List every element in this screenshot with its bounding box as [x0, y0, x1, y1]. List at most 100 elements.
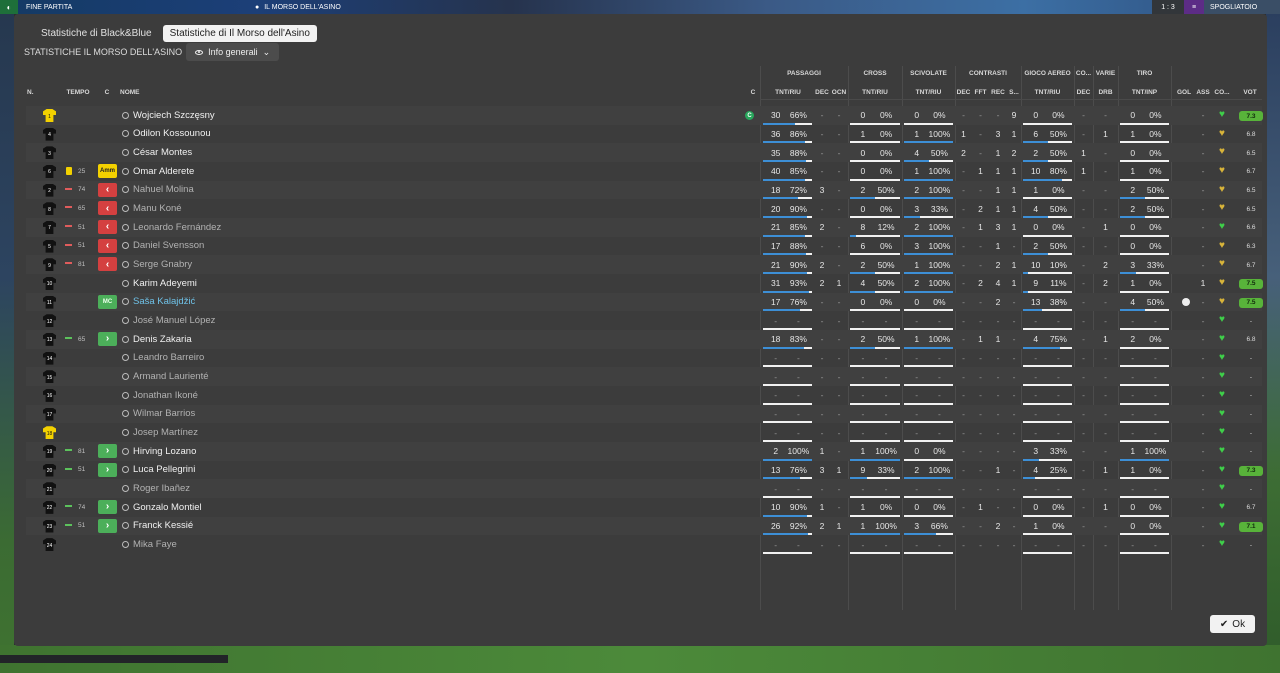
- header-aer-tntriu[interactable]: TNT/RIU: [1021, 89, 1074, 96]
- background-bar: [0, 655, 228, 663]
- table-row[interactable]: 10 Karim Adeyemi 31 93% 2 1 4 50% 2 100% -2 4 1 9 11% -…: [26, 274, 1263, 293]
- recoveries: 1: [995, 184, 1001, 195]
- heart-green-icon: ♥: [1219, 444, 1225, 456]
- table-row[interactable]: 5 51 ‹ Daniel Svensson 17 88% - -6 0% 3 100% - -1-2 5…: [26, 237, 1262, 256]
- header-ocn[interactable]: OCN: [830, 89, 848, 96]
- player-name[interactable]: Luca Pellegrini: [122, 461, 195, 480]
- recoveries: -: [996, 427, 1000, 438]
- co-value: -: [1082, 296, 1085, 307]
- view-dropdown[interactable]: Info generali ⌄: [186, 43, 280, 61]
- player-name-text: Gonzalo Montiel: [133, 501, 202, 513]
- sub-in-icon: [65, 467, 72, 472]
- table-row[interactable]: 14 Leandro Barreiro - - - - - - - - - - - - - - - - - - - ♥ -: [26, 349, 1262, 368]
- player-name[interactable]: Karim Adeyemi: [122, 274, 197, 293]
- chances: -: [837, 315, 841, 326]
- header-fft[interactable]: FFT: [972, 89, 989, 96]
- header-capt[interactable]: C: [748, 89, 758, 96]
- shirt-icon: 20: [43, 463, 56, 477]
- header-tempo[interactable]: TEMPO: [64, 89, 92, 96]
- sub-in-icon: [65, 504, 72, 509]
- rating-badge: -: [1249, 373, 1253, 381]
- player-name[interactable]: Leandro Barreiro: [122, 349, 204, 368]
- table-row[interactable]: 4 Odilon Kossounou 36 86% - -1 0% 1 100% 1-3 1 6 50%…: [26, 125, 1262, 144]
- shirt-number: 10: [43, 276, 56, 290]
- player-name[interactable]: Nahuel Molina: [122, 181, 194, 200]
- header-rec[interactable]: REC: [989, 89, 1007, 96]
- table-row[interactable]: 2 74 ‹ Nahuel Molina 18 72% 3-2 50% 2 100% - -1 1 1 0%…: [26, 180, 1262, 200]
- player-name[interactable]: Franck Kessié: [122, 517, 193, 536]
- header-co-dec[interactable]: DEC: [1074, 89, 1093, 96]
- player-name[interactable]: Manu Koné: [122, 199, 182, 218]
- player-name[interactable]: Hirving Lozano: [122, 442, 196, 461]
- minute: 74: [78, 186, 86, 194]
- table-row[interactable]: 12 José Manuel López - - - - - - - - - - - - - - - - - - - ♥ -: [26, 311, 1262, 330]
- table-row[interactable]: 16 Jonathan Ikoné - - - - - - - - - - - - - - - - - - - ♥ -: [26, 386, 1262, 405]
- header-sciv-tntriu[interactable]: TNT/RIU: [902, 89, 955, 96]
- player-name[interactable]: Serge Gnabry: [122, 255, 192, 274]
- table-row[interactable]: 11 MC Saša Kalajdžić 17 76% - -0 0% 0 0% - -2-13 38%…: [26, 292, 1263, 312]
- player-name[interactable]: Wilmar Barrios: [122, 405, 195, 424]
- header-tiro-tntinp[interactable]: TNT/INP: [1118, 89, 1171, 96]
- table-row[interactable]: 6 25 Amm Omar Alderete 40 85% - -0 0% 1 100% -1 1 1 10…: [26, 162, 1262, 181]
- header-cdec[interactable]: DEC: [955, 89, 972, 96]
- player-name[interactable]: Gonzalo Montiel: [122, 498, 202, 517]
- header-drb[interactable]: DRB: [1093, 89, 1118, 96]
- tab-blackblue[interactable]: Statistiche di Black&Blue: [34, 25, 159, 42]
- table-row[interactable]: 9 81 ‹ Serge Gnabry 21 90% 2-2 50% 1 100% - -2 1 10 10…: [26, 255, 1262, 274]
- header-s[interactable]: S...: [1007, 89, 1021, 96]
- rating-badge: -: [1249, 485, 1253, 493]
- player-name[interactable]: Jonathan Ikoné: [122, 386, 198, 405]
- header-vot[interactable]: VOT: [1238, 89, 1262, 96]
- player-name[interactable]: Daniel Svensson: [122, 237, 204, 256]
- player-name[interactable]: César Montes: [122, 143, 192, 162]
- header-n[interactable]: N.: [26, 89, 48, 96]
- menu-icon[interactable]: ≡: [1184, 0, 1204, 14]
- recoveries: 1: [995, 240, 1001, 251]
- shirt-icon: 9: [43, 258, 56, 272]
- table-row[interactable]: 17 Wilmar Barrios - - - - - - - - - - - - - - - - - - - ♥ -: [26, 404, 1262, 424]
- dribbles: 1: [1103, 128, 1108, 139]
- chances: -: [837, 222, 841, 233]
- player-name[interactable]: Mika Faye: [122, 535, 177, 554]
- top-right-controls: 1 : 3 ≡ SPOGLIATOIO: [1152, 0, 1280, 14]
- rating-badge: -: [1249, 429, 1253, 437]
- table-row[interactable]: 13 65 › Denis Zakaria 18 83% - -2 50% 1 100% -1 1-4 7…: [26, 329, 1262, 349]
- header-gol[interactable]: GOL: [1174, 89, 1194, 96]
- player-name[interactable]: Denis Zakaria: [122, 330, 192, 349]
- header-ass[interactable]: ASS: [1194, 89, 1212, 96]
- player-name[interactable]: Josep Martínez: [122, 423, 198, 442]
- table-row[interactable]: 7 51 ‹ Leonardo Fernández 21 85% 2-8 12% 2 100% -1…: [26, 217, 1262, 237]
- player-name[interactable]: Omar Alderete: [122, 162, 194, 181]
- table-row[interactable]: 18 Josep Martínez - - - - - - - - - - - - - - - - - - - ♥ -: [26, 423, 1262, 442]
- table-row[interactable]: 23 51 › Franck Kessié 26 92% 2 1 1 100% 3 66% - -2-1 0…: [26, 516, 1263, 536]
- table-row[interactable]: 8 65 ‹ Manu Koné 20 90% - -0 0% 3 33% -2 1 1 4 50% - -2 50…: [26, 199, 1262, 218]
- table-row[interactable]: 1 Wojciech Szczęsny C 30 66% - -0 0% 0 0% - - -9 0 0% -…: [26, 106, 1263, 125]
- table-row[interactable]: 15 Armand Laurienté - - - - - - - - - - - - - - - - - - - ♥ -: [26, 367, 1262, 386]
- player-name[interactable]: Leonardo Fernández: [122, 218, 221, 237]
- player-name[interactable]: Odilon Kossounou: [122, 125, 211, 144]
- player-name[interactable]: José Manuel López: [122, 311, 215, 330]
- header-c[interactable]: C: [102, 89, 112, 96]
- player-name[interactable]: Roger Ibañez: [122, 479, 190, 498]
- recoveries: 2: [995, 520, 1001, 531]
- tab-morso[interactable]: Statistiche di Il Morso dell'Asino: [162, 25, 317, 42]
- table-row[interactable]: 22 74 › Gonzalo Montiel 10 90% 1-1 0% 0 0% -1- -0 0%…: [26, 498, 1262, 517]
- header-co2[interactable]: CO...: [1212, 89, 1232, 96]
- header-nome[interactable]: NOME: [120, 89, 160, 96]
- table-row[interactable]: 20 51 › Luca Pellegrini 13 76% 3 1 9 33% 2 100% - -1-…: [26, 461, 1263, 480]
- decisive-passes: 2: [819, 222, 825, 233]
- player-name[interactable]: Armand Laurienté: [122, 367, 209, 386]
- header-cross-tntriu[interactable]: TNT/RIU: [848, 89, 902, 96]
- table-row[interactable]: 24 Mika Faye - - - - - - - - - - - - - - - - - - - ♥ -: [26, 535, 1262, 554]
- player-name[interactable]: Saša Kalajdžić: [122, 293, 195, 312]
- shirt-icon: 8: [43, 202, 56, 216]
- table-row[interactable]: 3 César Montes 35 88% - -0 0% 4 50% 2-1 2 2 50% 1-0 0%…: [26, 143, 1262, 162]
- table-row[interactable]: 21 Roger Ibañez - - - - - - - - - - - - - - - - - - - ♥ -: [26, 479, 1262, 498]
- header-dec[interactable]: DEC: [814, 89, 830, 96]
- ok-button[interactable]: ✔ Ok: [1210, 615, 1255, 633]
- player-name[interactable]: Wojciech Szczęsny: [122, 106, 215, 125]
- header-pass-tntriu[interactable]: TNT/RIU: [762, 89, 814, 96]
- background-left: [0, 14, 14, 673]
- dressing-room-button[interactable]: SPOGLIATOIO: [1204, 0, 1280, 14]
- table-row[interactable]: 19 81 › Hirving Lozano 2 100% 1-1 100% 0 0% - - - -3 3…: [26, 441, 1262, 461]
